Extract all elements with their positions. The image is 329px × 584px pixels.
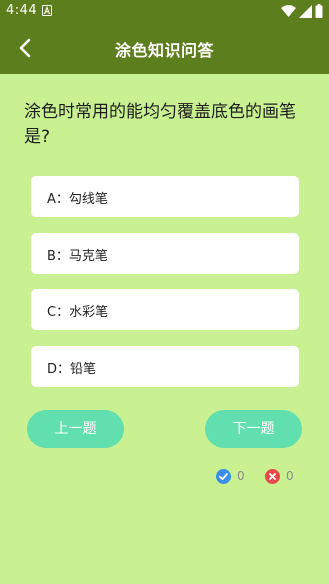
status-icons — [281, 4, 323, 18]
close-icon — [265, 468, 280, 484]
wrong-count-value: 0 — [286, 469, 294, 483]
question-text: 涂色时常用的能均匀覆盖底色的画笔是? — [24, 102, 296, 147]
option-b-label: B：马克笔 — [47, 249, 108, 264]
a-notification-icon — [42, 5, 52, 16]
page-title: 涂色知识问答 — [114, 41, 214, 60]
status-time: 4:44 — [6, 3, 38, 18]
check-icon — [216, 468, 231, 484]
correct-count-value: 0 — [237, 469, 245, 483]
app-bar: 涂色知识问答 — [0, 23, 329, 74]
option-d-label: D：铅笔 — [47, 362, 97, 377]
option-a[interactable]: A：勾线笔 — [31, 176, 299, 217]
wrong-count: 0 — [265, 467, 294, 485]
option-c[interactable]: C：水彩笔 — [31, 289, 299, 330]
correct-count: 0 — [216, 467, 245, 485]
option-a-label: A：勾线笔 — [47, 192, 108, 207]
prev-question-button[interactable]: 上一题 — [27, 410, 124, 448]
next-question-button[interactable]: 下一题 — [205, 410, 302, 448]
option-d[interactable]: D：铅笔 — [31, 346, 299, 387]
option-b[interactable]: B：马克笔 — [31, 233, 299, 274]
status-bar: 4:44 — [0, 0, 329, 23]
battery-icon — [315, 4, 323, 18]
wifi-icon — [281, 5, 296, 17]
option-c-label: C：水彩笔 — [47, 305, 109, 320]
signal-icon — [299, 4, 312, 18]
